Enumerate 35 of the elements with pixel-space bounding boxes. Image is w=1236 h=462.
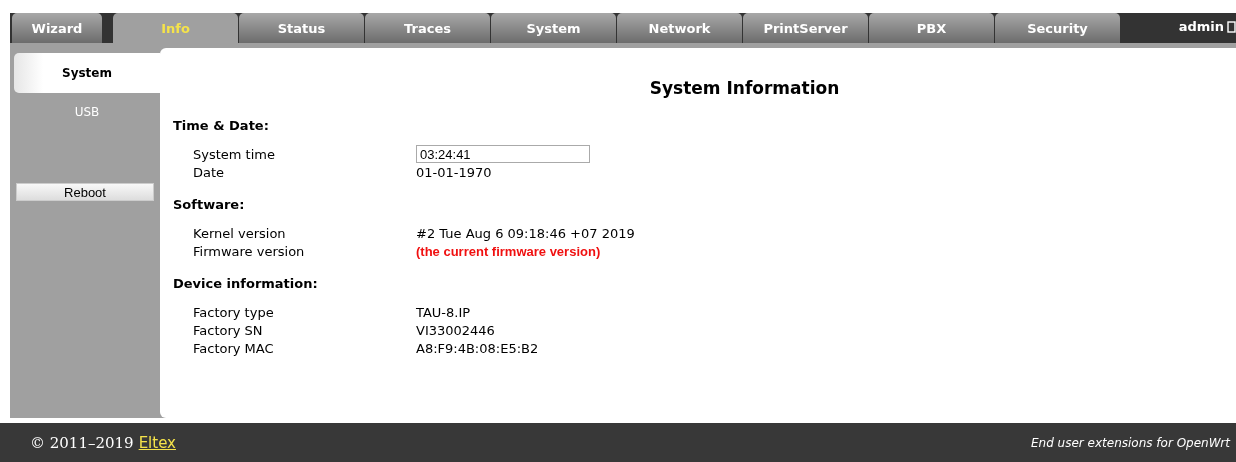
field-value: VI33002446 [416, 322, 495, 338]
nav-tab[interactable]: PrintServer [743, 13, 868, 43]
field-value: (the current firmware version) [416, 243, 601, 259]
field-label: System time [193, 146, 276, 162]
field-label: Factory SN [193, 322, 264, 338]
field-label: Factory type [193, 304, 275, 320]
field-label: Date [193, 164, 226, 180]
user-name: admin [1178, 19, 1224, 34]
nav-tab[interactable]: Wizard [12, 13, 102, 43]
nav-tab[interactable]: Security [995, 13, 1120, 43]
nav-tab[interactable]: System [491, 13, 616, 43]
field-label: Kernel version [193, 225, 287, 241]
copyright-text: © 2011–2019 [30, 434, 134, 452]
section-heading: Time & Date: [173, 118, 270, 133]
field-value: 01-01-1970 [416, 164, 492, 180]
sidebar-item[interactable]: USB [14, 105, 160, 119]
section-heading: Software: [173, 197, 246, 212]
eltex-link[interactable]: Eltex [138, 434, 176, 452]
sidebar-item[interactable]: System [14, 53, 160, 93]
section-heading: Device information: [173, 276, 319, 291]
footer-note: End user extensions for OpenWrt [1030, 436, 1230, 450]
field-label: Factory MAC [193, 340, 275, 356]
nav-tab[interactable]: Traces [365, 13, 490, 43]
nav-tab[interactable]: Info [113, 13, 238, 43]
field-label: Firmware version [193, 243, 306, 259]
field-value: #2 Tue Aug 6 09:18:46 +07 2019 [416, 225, 635, 241]
field-value: TAU-8.IP [416, 304, 471, 320]
time-field[interactable]: 03:24:41 [416, 145, 590, 163]
logout-icon[interactable] [1227, 21, 1236, 33]
page-title: System Information [648, 78, 841, 98]
nav-tab[interactable]: PBX [869, 13, 994, 43]
nav-tab[interactable]: Status [239, 13, 364, 43]
field-value: A8:F9:4B:08:E5:B2 [416, 340, 539, 356]
reboot-button[interactable]: Reboot [16, 183, 154, 201]
nav-tab[interactable]: Network [617, 13, 742, 43]
